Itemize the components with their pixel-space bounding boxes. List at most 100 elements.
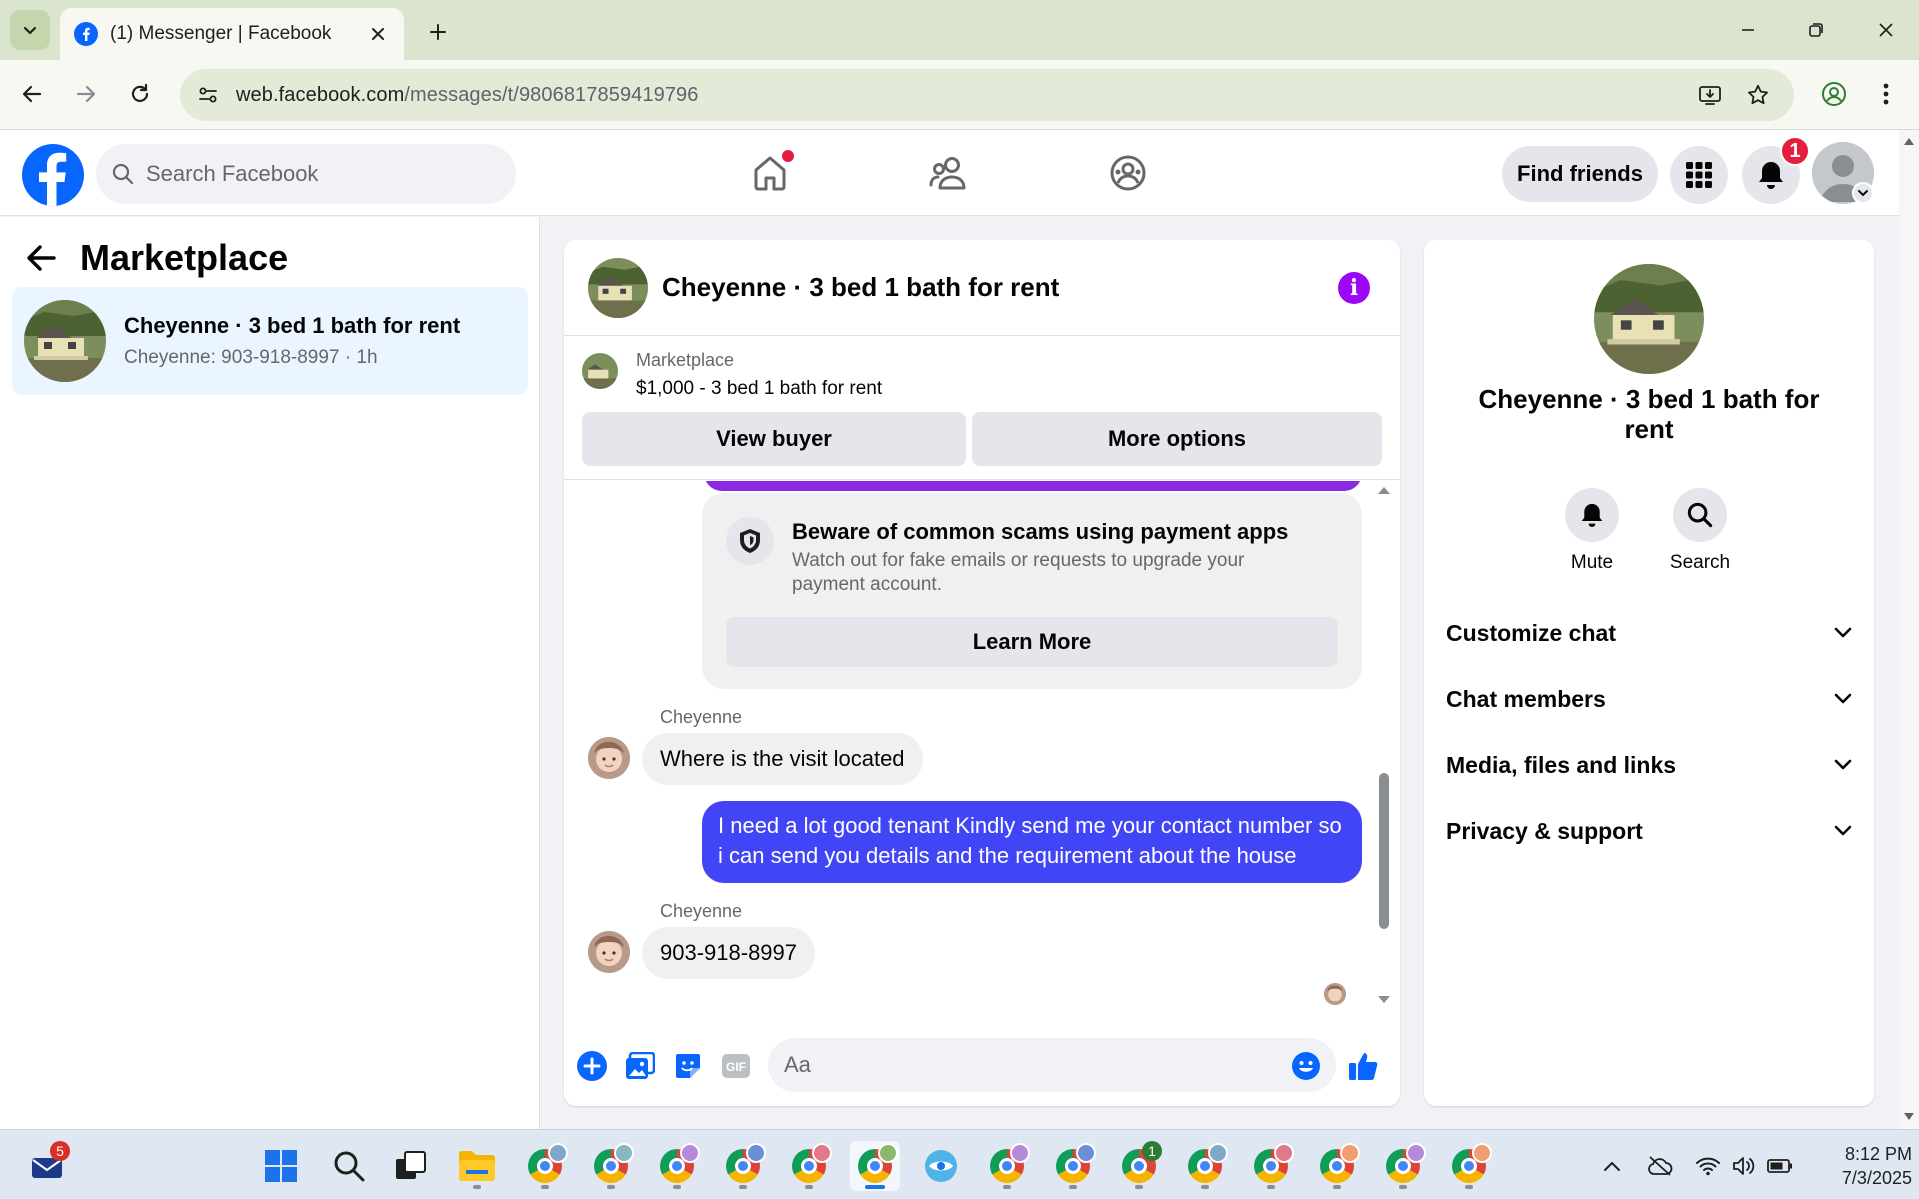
facebook-logo[interactable] bbox=[22, 144, 84, 206]
find-friends-button[interactable]: Find friends bbox=[1502, 146, 1658, 202]
chrome-window[interactable] bbox=[718, 1141, 768, 1191]
eye-app[interactable] bbox=[916, 1141, 966, 1191]
apps-grid-icon bbox=[1686, 162, 1712, 188]
chrome-window[interactable]: 1 bbox=[1114, 1141, 1164, 1191]
mail-app[interactable]: 5 bbox=[22, 1141, 72, 1191]
listing-source: Marketplace bbox=[636, 350, 735, 370]
message-input[interactable] bbox=[768, 1038, 1336, 1092]
customize-chat-section[interactable]: Customize chat bbox=[1446, 608, 1852, 658]
account-menu-chevron[interactable] bbox=[1852, 182, 1874, 204]
facebook-search-input[interactable] bbox=[146, 161, 476, 187]
chrome-window[interactable] bbox=[1312, 1141, 1362, 1191]
site-info-icon[interactable] bbox=[188, 75, 228, 115]
profile-button[interactable] bbox=[1814, 74, 1854, 114]
home-nav[interactable] bbox=[720, 140, 820, 206]
sender-avatar[interactable] bbox=[588, 737, 630, 779]
chrome-window[interactable] bbox=[1048, 1141, 1098, 1191]
more-options-button[interactable]: More options bbox=[972, 412, 1382, 466]
close-window-button[interactable] bbox=[1856, 8, 1916, 52]
view-buyer-button[interactable]: View buyer bbox=[582, 412, 966, 466]
notifications-button[interactable]: 1 bbox=[1742, 136, 1810, 204]
restore-button[interactable] bbox=[1786, 8, 1846, 52]
windows-taskbar: 5 1 8:12 PM 7/3/2025 bbox=[0, 1129, 1919, 1199]
incoming-message[interactable]: Where is the visit located bbox=[642, 733, 923, 785]
chrome-window[interactable] bbox=[1246, 1141, 1296, 1191]
chrome-window[interactable] bbox=[982, 1141, 1032, 1191]
scroll-up-icon[interactable] bbox=[1377, 485, 1391, 495]
new-tab-button[interactable] bbox=[420, 14, 456, 50]
search-label: Search bbox=[1669, 552, 1731, 573]
browser-tab[interactable]: (1) Messenger | Facebook bbox=[60, 8, 404, 60]
browser-menu-button[interactable] bbox=[1866, 74, 1906, 114]
onedrive-tray[interactable] bbox=[1644, 1150, 1676, 1182]
scroll-down-icon[interactable] bbox=[1377, 995, 1391, 1005]
message-scroll-thumb[interactable] bbox=[1379, 773, 1389, 929]
file-explorer[interactable] bbox=[452, 1141, 502, 1191]
message-composer: GIF bbox=[564, 1030, 1400, 1106]
friends-nav[interactable] bbox=[898, 140, 998, 206]
chat-header-thumbnail[interactable] bbox=[588, 257, 648, 318]
home-notification-dot bbox=[782, 150, 794, 162]
add-attachment-icon[interactable] bbox=[574, 1048, 610, 1084]
back-arrow-icon[interactable] bbox=[26, 244, 56, 272]
install-app-icon[interactable] bbox=[1690, 75, 1730, 115]
photo-icon[interactable] bbox=[622, 1048, 658, 1084]
learn-more-button[interactable]: Learn More bbox=[726, 617, 1338, 667]
chrome-window[interactable] bbox=[1378, 1141, 1428, 1191]
chrome-window[interactable] bbox=[520, 1141, 570, 1191]
battery-tray[interactable] bbox=[1764, 1150, 1796, 1182]
scroll-down-icon[interactable] bbox=[1903, 1112, 1915, 1122]
gif-icon[interactable]: GIF bbox=[718, 1048, 754, 1084]
privacy-support-section[interactable]: Privacy & support bbox=[1446, 806, 1852, 856]
menu-button[interactable] bbox=[1670, 146, 1728, 204]
chrome-window[interactable] bbox=[1180, 1141, 1230, 1191]
mute-action[interactable]: Mute bbox=[1552, 488, 1632, 574]
volume-tray[interactable] bbox=[1728, 1150, 1760, 1182]
chrome-window[interactable] bbox=[586, 1141, 636, 1191]
wifi-tray[interactable] bbox=[1692, 1150, 1724, 1182]
bookmark-star-icon[interactable] bbox=[1738, 75, 1778, 115]
chevron-down-icon bbox=[1858, 190, 1868, 197]
chrome-window-active[interactable] bbox=[850, 1141, 900, 1191]
chrome-window[interactable] bbox=[784, 1141, 834, 1191]
close-tab-icon[interactable] bbox=[366, 22, 390, 46]
search-icon[interactable] bbox=[1673, 488, 1727, 542]
sticker-icon[interactable] bbox=[670, 1048, 706, 1084]
chrome-window[interactable] bbox=[1444, 1141, 1494, 1191]
groups-nav[interactable] bbox=[1078, 140, 1178, 206]
reload-button[interactable] bbox=[120, 74, 160, 114]
scroll-up-icon[interactable] bbox=[1903, 136, 1915, 146]
tab-search-button[interactable] bbox=[10, 10, 50, 50]
page-scrollbar[interactable] bbox=[1899, 130, 1919, 1129]
show-hidden-icons[interactable] bbox=[1596, 1150, 1628, 1182]
system-clock[interactable]: 8:12 PM 7/3/2025 bbox=[1808, 1142, 1912, 1190]
facebook-search[interactable] bbox=[96, 144, 516, 204]
chevron-down-icon bbox=[23, 26, 37, 35]
chat-members-section[interactable]: Chat members bbox=[1446, 674, 1852, 724]
address-bar[interactable]: web.facebook.com/messages/t/980681785941… bbox=[180, 69, 1794, 121]
bell-icon[interactable] bbox=[1565, 488, 1619, 542]
account-circle-icon bbox=[1822, 82, 1846, 106]
sender-avatar[interactable] bbox=[588, 931, 630, 973]
search-action[interactable]: Search bbox=[1660, 488, 1740, 574]
emoji-icon[interactable] bbox=[1288, 1048, 1324, 1084]
forward-button[interactable] bbox=[66, 74, 106, 114]
listing-price-title[interactable]: $1,000 - 3 bed 1 bath for rent bbox=[636, 378, 882, 400]
media-files-links-section[interactable]: Media, files and links bbox=[1446, 740, 1852, 790]
conversation-info-icon[interactable]: i bbox=[1338, 272, 1370, 304]
back-button[interactable] bbox=[12, 74, 52, 114]
start-button[interactable] bbox=[256, 1141, 306, 1191]
task-view[interactable] bbox=[386, 1141, 436, 1191]
incoming-message[interactable]: 903-918-8997 bbox=[642, 927, 816, 979]
facebook-f-icon bbox=[39, 152, 67, 206]
message-scrollbar[interactable] bbox=[1376, 481, 1392, 1011]
minimize-button[interactable] bbox=[1718, 8, 1778, 52]
chrome-window[interactable] bbox=[652, 1141, 702, 1191]
chat-title[interactable]: Cheyenne · 3 bed 1 bath for rent bbox=[662, 272, 1059, 303]
thumbs-up-icon[interactable] bbox=[1346, 1048, 1382, 1084]
message-list[interactable]: Beware of common scams using payment app… bbox=[564, 481, 1400, 1011]
outgoing-message[interactable]: I need a lot good tenant Kindly send me … bbox=[702, 801, 1362, 883]
plus-icon bbox=[430, 24, 446, 40]
conversation-item[interactable]: Cheyenne · 3 bed 1 bath for rent Cheyenn… bbox=[12, 287, 528, 395]
taskbar-search[interactable] bbox=[324, 1141, 374, 1191]
